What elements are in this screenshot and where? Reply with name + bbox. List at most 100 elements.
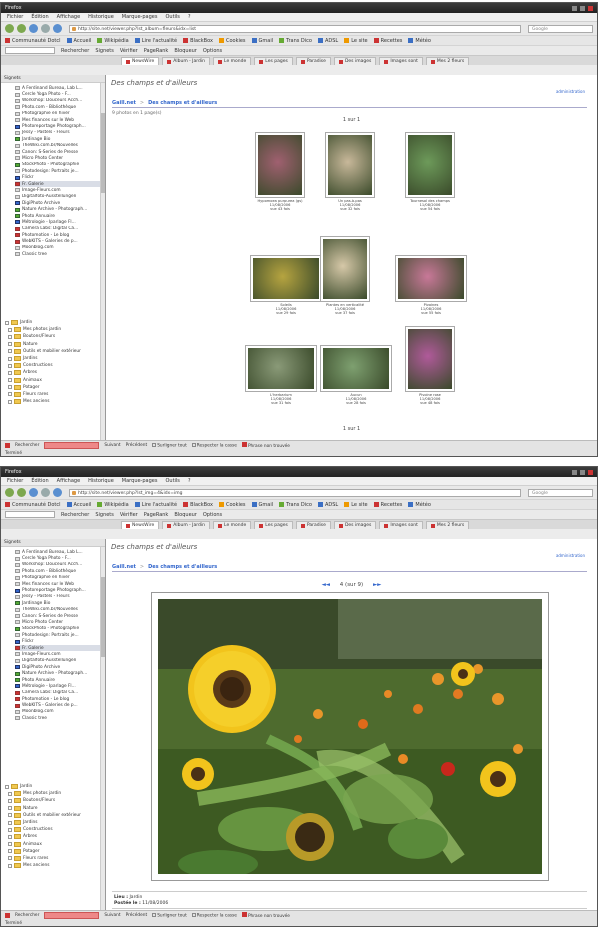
expand-icon[interactable] — [8, 356, 12, 361]
expand-icon[interactable] — [8, 363, 12, 368]
bookmark-item[interactable]: Wikipédia — [97, 502, 129, 508]
folder-item[interactable]: Mes anciens — [5, 862, 105, 869]
photo-thumbnail[interactable]: Plantes en verticalité 11/08/2006 vue 37… — [306, 237, 384, 316]
folder-item[interactable]: Potager — [5, 848, 105, 855]
expand-icon[interactable] — [8, 842, 12, 847]
reload-icon[interactable] — [29, 24, 38, 33]
maximize-button[interactable] — [580, 469, 585, 475]
tab[interactable]: Des images — [333, 521, 377, 529]
folder-item[interactable]: Outils et mobilier extérieur — [5, 348, 105, 355]
menu-item[interactable]: Affichage — [57, 478, 81, 484]
thumbnail-image[interactable] — [321, 237, 369, 301]
tab[interactable]: Des images — [333, 57, 377, 65]
folder-group[interactable]: Jardin — [5, 319, 105, 326]
close-button[interactable] — [588, 469, 593, 475]
toolbar-button[interactable]: Options — [203, 48, 222, 54]
expand-icon[interactable] — [8, 378, 12, 383]
minimize-button[interactable] — [572, 5, 577, 11]
highlight-all-checkbox[interactable]: Surligner tout — [152, 912, 187, 918]
url-input[interactable]: http://site.net/viewer.php?lst_album=fle… — [69, 24, 521, 33]
folder-item[interactable]: Jardins — [5, 819, 105, 826]
menu-item[interactable]: ? — [188, 14, 191, 20]
folder-item[interactable]: Constructions — [5, 826, 105, 833]
expand-icon[interactable] — [8, 806, 12, 811]
photo-thumbnail[interactable]: Tournesol des champs 11/08/2006 vue 54 f… — [391, 133, 469, 212]
folder-group[interactable]: Jardin — [5, 783, 105, 790]
minimize-button[interactable] — [572, 469, 577, 475]
collapse-icon[interactable] — [5, 784, 9, 789]
toolbar-button[interactable]: Signets — [95, 512, 114, 518]
toolbar-search-input[interactable] — [5, 511, 55, 518]
sidebar-scrollbar[interactable] — [100, 547, 105, 910]
tab[interactable]: NewsWire — [121, 57, 160, 65]
menu-item[interactable]: Historique — [88, 478, 114, 484]
bookmark-item[interactable]: Cookies — [218, 502, 246, 508]
highlight-all-checkbox[interactable]: Surligner tout — [152, 442, 187, 448]
folder-item[interactable]: Nature — [5, 805, 105, 812]
bookmark-item[interactable]: Météo — [408, 38, 431, 44]
scrollbar-thumb[interactable] — [101, 113, 105, 193]
thumbnail-image[interactable] — [406, 327, 454, 391]
back-icon[interactable] — [5, 24, 14, 33]
photo-thumbnail[interactable]: Pivoines 11/08/2006 vue 55 fois — [381, 256, 481, 316]
toolbar-button[interactable]: Options — [203, 512, 222, 518]
back-icon[interactable] — [5, 488, 14, 497]
expand-icon[interactable] — [8, 849, 12, 854]
stop-icon[interactable] — [41, 488, 50, 497]
forward-icon[interactable] — [17, 24, 26, 33]
home-icon[interactable] — [53, 24, 62, 33]
bookmark-item[interactable]: Le site — [344, 502, 368, 508]
bookmark-item[interactable]: Cookies — [218, 38, 246, 44]
bookmark-item[interactable]: Recettes — [373, 502, 402, 508]
toolbar-button[interactable]: Signets — [95, 48, 114, 54]
expand-icon[interactable] — [8, 392, 12, 397]
menu-item[interactable]: Marque-pages — [122, 14, 158, 20]
folder-item[interactable]: Fleurs rares — [5, 855, 105, 862]
find-input[interactable] — [44, 442, 100, 449]
folder-item[interactable]: Arbres — [5, 833, 105, 840]
find-next-button[interactable]: Suivant — [104, 913, 120, 918]
bookmark-item[interactable]: Météo — [408, 502, 431, 508]
bookmark-item[interactable]: Gmail — [251, 38, 273, 44]
tab[interactable]: Album - Jardin — [162, 521, 211, 529]
close-icon[interactable] — [5, 443, 10, 448]
folder-item[interactable]: Constructions — [5, 362, 105, 369]
expand-icon[interactable] — [8, 863, 12, 868]
toolbar-button[interactable]: Vérifier — [120, 512, 138, 518]
stop-icon[interactable] — [41, 24, 50, 33]
bookmark-item[interactable]: Le site — [344, 38, 368, 44]
sidebar-scrollbar[interactable] — [100, 83, 105, 440]
thumbnail-image[interactable] — [396, 256, 466, 301]
thumbnail-image[interactable] — [326, 133, 374, 197]
expand-icon[interactable] — [8, 798, 12, 803]
scrollbar-thumb[interactable] — [101, 577, 105, 657]
menu-item[interactable]: Fichier — [7, 478, 23, 484]
menu-item[interactable]: Édition — [31, 14, 48, 20]
toolbar-button[interactable]: Rechercher — [61, 512, 89, 518]
sidebar-bookmark-item[interactable]: Classic tree — [15, 251, 105, 257]
reload-icon[interactable] — [29, 488, 38, 497]
expand-icon[interactable] — [8, 399, 12, 404]
bookmark-item[interactable]: Accueil — [66, 502, 91, 508]
bookmark-item[interactable]: Lire l'actualité — [134, 38, 177, 44]
close-button[interactable] — [588, 5, 593, 11]
tab[interactable]: Paradise — [295, 521, 331, 529]
photo-thumbnail[interactable]: Un pas-à-pas 11/08/2006 vue 32 fois — [311, 133, 389, 212]
folder-item[interactable]: Nature — [5, 341, 105, 348]
url-input[interactable]: http://site.net/viewer.php?lst_img=4&idx… — [69, 488, 521, 497]
bookmark-item[interactable]: Communauté Dotcl — [5, 38, 61, 44]
bookmark-item[interactable]: Communauté Dotcl — [5, 502, 61, 508]
admin-link[interactable]: administration — [556, 89, 585, 94]
bookmark-item[interactable]: Accueil — [66, 38, 91, 44]
breadcrumb-home-link[interactable]: Gaill.net — [112, 564, 136, 570]
expand-icon[interactable] — [8, 827, 12, 832]
menu-item[interactable]: Édition — [31, 478, 48, 484]
menu-item[interactable]: Marque-pages — [122, 478, 158, 484]
expand-icon[interactable] — [8, 385, 12, 390]
toolbar-button[interactable]: PageRank — [144, 48, 169, 54]
bookmark-item[interactable]: BlackBox — [183, 502, 213, 508]
tab[interactable]: Images sont — [379, 57, 423, 65]
folder-item[interactable]: Boutons/Fleurs — [5, 797, 105, 804]
find-input[interactable] — [44, 912, 100, 919]
folder-item[interactable]: Animaux — [5, 377, 105, 384]
